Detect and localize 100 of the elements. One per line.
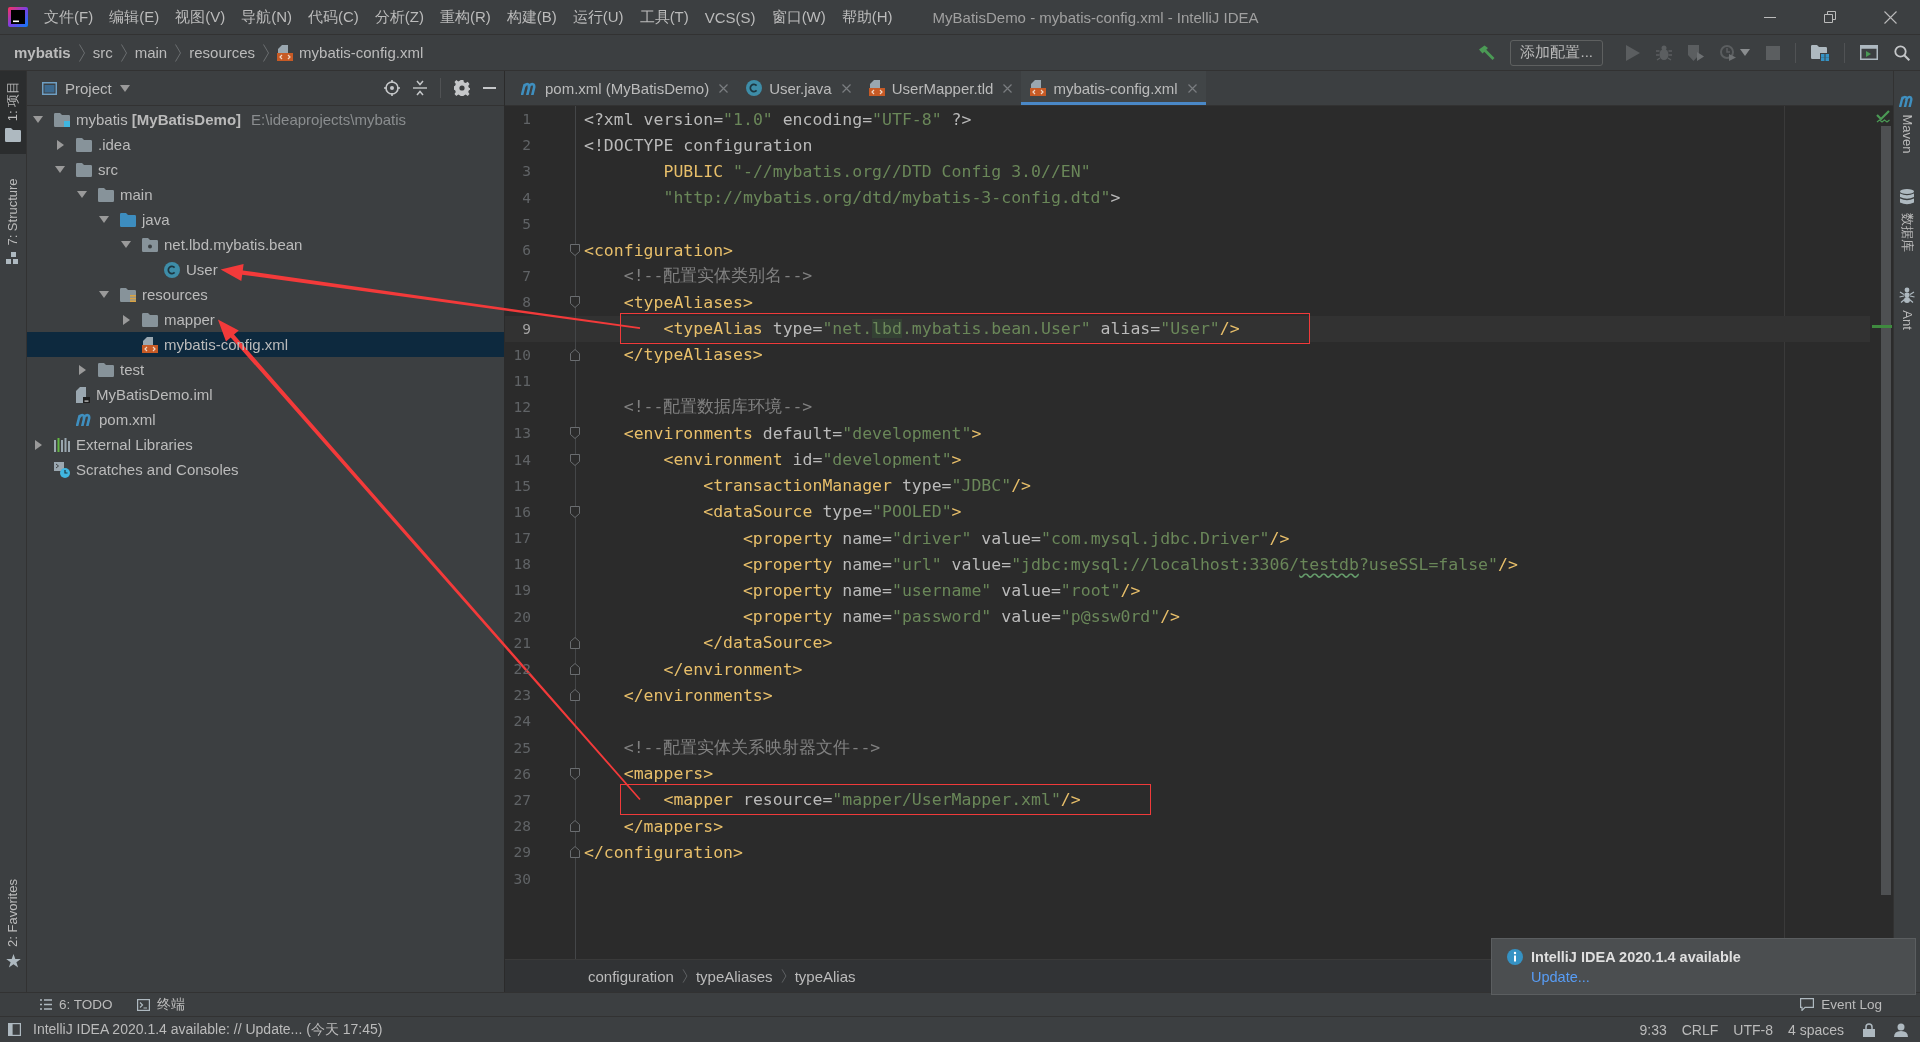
tree-item[interactable]: mybatis [MyBatisDemo] E:\ideaprojects\mybatis <box>27 107 504 132</box>
menu-item[interactable]: 帮助(H) <box>833 0 901 34</box>
menu-item[interactable]: 导航(N) <box>233 0 300 34</box>
fold-marker-icon <box>570 427 580 440</box>
resources-folder-icon <box>120 287 136 302</box>
project-structure-icon <box>1811 44 1829 61</box>
tree-item[interactable]: mapper <box>27 307 504 332</box>
fold-marker-icon <box>570 244 580 257</box>
menu-item[interactable]: 重构(R) <box>431 0 499 34</box>
tree-item[interactable]: Scratches and Consoles <box>27 457 504 482</box>
tool-window-button[interactable]: 数据库 <box>1894 179 1920 263</box>
scrollbar-thumb[interactable] <box>1881 126 1891 895</box>
tree-item[interactable]: External Libraries <box>27 432 504 457</box>
line-number: 12 <box>512 399 531 416</box>
line-number: 18 <box>512 556 531 573</box>
collapse-all-button[interactable] <box>413 80 427 96</box>
tree-item[interactable]: src <box>27 157 504 182</box>
tool-window-button[interactable]: 7: Structure <box>0 168 26 276</box>
menu-item[interactable]: VCS(S) <box>696 0 764 34</box>
breadcrumb-item[interactable]: src <box>92 44 113 61</box>
menu-item[interactable]: 构建(B) <box>498 0 565 34</box>
caret-down-icon <box>119 84 130 92</box>
minimize-icon <box>1764 16 1776 18</box>
line-number: 11 <box>512 372 531 389</box>
code-line: <dataSource type="POOLED"> <box>703 502 962 522</box>
tree-item[interactable]: resources <box>27 282 504 307</box>
menu-item[interactable]: 运行(U) <box>564 0 632 34</box>
line-number: 10 <box>512 346 531 363</box>
status-item[interactable]: UTF-8 <box>1733 1021 1773 1038</box>
locate-button[interactable] <box>384 80 400 96</box>
breadcrumb-item[interactable]: mybatis <box>14 44 71 61</box>
editor-tab[interactable]: User.java <box>737 71 860 105</box>
line-number: 16 <box>512 503 531 520</box>
menu-item[interactable]: 编辑(E) <box>101 0 168 34</box>
xml-file-icon <box>142 336 158 353</box>
fold-marker-icon <box>570 689 580 702</box>
line-number: 15 <box>512 477 531 494</box>
tool-window-button[interactable]: 1: 项目 <box>0 71 26 154</box>
breadcrumb-item[interactable]: configuration <box>588 967 674 985</box>
line-number: 17 <box>512 530 531 547</box>
tree-item[interactable]: User <box>27 257 504 282</box>
settings-button[interactable] <box>454 80 470 96</box>
menu-item[interactable]: 代码(C) <box>300 0 367 34</box>
editor-tab[interactable]: UserMapper.tld <box>859 71 1022 105</box>
app-logo-icon <box>8 7 28 27</box>
tool-window-button[interactable]: 2: Favorites <box>0 869 26 980</box>
code-line: </environment> <box>663 659 803 679</box>
editor-tab[interactable]: pom.xml (MyBatisDemo) <box>512 71 738 105</box>
tree-item[interactable]: MyBatisDemo.iml <box>27 382 504 407</box>
menu-item[interactable]: 分析(Z) <box>366 0 432 34</box>
breadcrumb-item[interactable]: mybatis-config.xml <box>277 44 424 61</box>
chevron-right-icon <box>120 43 127 62</box>
chevron-right-icon <box>681 969 688 983</box>
tree-item[interactable]: test <box>27 357 504 382</box>
tool-window-button[interactable]: 终端 <box>136 995 185 1014</box>
search-icon <box>1894 44 1910 61</box>
breadcrumb-item[interactable]: typeAliases <box>695 967 773 985</box>
breadcrumb-item[interactable]: resources <box>189 44 256 61</box>
xml-file-icon <box>1030 80 1047 96</box>
menu-item[interactable]: 窗口(W) <box>763 0 834 34</box>
tree-item[interactable]: pom.xml <box>27 407 504 432</box>
check-icon <box>1876 110 1890 124</box>
status-item[interactable]: 9:33 <box>1639 1021 1667 1038</box>
line-number: 13 <box>512 425 531 442</box>
menu-item[interactable]: 视图(V) <box>167 0 234 34</box>
tree-item[interactable]: main <box>27 182 504 207</box>
breadcrumb-item[interactable]: typeAlias <box>794 967 856 985</box>
code-line: </dataSource> <box>703 633 833 653</box>
tool-windows-toggle[interactable] <box>8 1023 21 1036</box>
code-line: <property name="url" value="jdbc:mysql://localhost:3306/testdb?useSSL=false"/> <box>742 554 1518 574</box>
editor-tab[interactable]: mybatis-config.xml <box>1021 71 1206 105</box>
folder-icon <box>98 362 114 377</box>
tool-window-button[interactable]: Maven <box>1894 85 1920 165</box>
inspections-button[interactable] <box>1894 1022 1908 1037</box>
tree-item[interactable]: net.lbd.mybatis.bean <box>27 232 504 257</box>
menu-item[interactable]: 文件(F) <box>36 0 102 34</box>
line-number: 9 <box>521 320 531 337</box>
class-icon <box>164 261 180 278</box>
breadcrumb-item[interactable]: main <box>134 44 168 61</box>
status-item[interactable]: CRLF <box>1681 1021 1719 1038</box>
code-line: <property name="password" value="p@ssw0rd"/> <box>742 607 1181 627</box>
tool-window-button[interactable]: Ant <box>1894 277 1920 342</box>
code-line: <!--配置数据库环境--> <box>623 396 813 419</box>
event-log-button[interactable]: Event Log <box>1800 997 1882 1012</box>
menu-item[interactable]: 工具(T) <box>631 0 697 34</box>
restore-icon <box>1824 11 1836 23</box>
chevron-right-icon <box>175 43 182 62</box>
line-number: 26 <box>512 765 531 782</box>
status-item[interactable]: 4 spaces <box>1787 1021 1844 1038</box>
add-configuration-button[interactable]: 添加配置... <box>1510 39 1603 66</box>
read-only-toggle[interactable] <box>1863 1022 1875 1037</box>
fold-marker-icon <box>570 505 580 518</box>
tree-item[interactable]: java <box>27 207 504 232</box>
close-icon <box>1883 10 1897 24</box>
tool-window-button[interactable]: 6: TODO <box>40 997 113 1012</box>
tree-item[interactable]: .idea <box>27 132 504 157</box>
update-link[interactable]: Update... <box>1531 969 1590 985</box>
line-number: 20 <box>512 608 531 625</box>
change-marker <box>1872 325 1892 328</box>
project-view-dropdown[interactable]: Project <box>42 79 130 97</box>
